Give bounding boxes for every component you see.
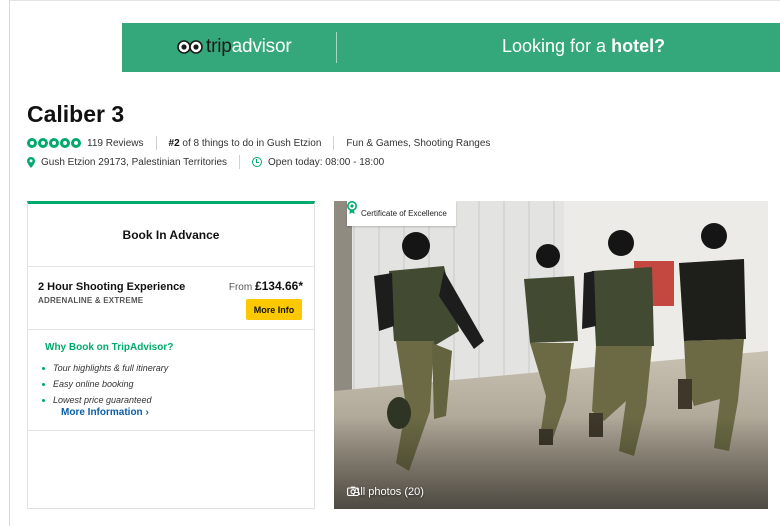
page-title: Caliber 3 [27, 101, 125, 127]
banner-divider [336, 32, 337, 63]
clock-icon [252, 157, 263, 167]
why-book-title: Why Book on TripAdvisor? [45, 342, 174, 353]
photo-illustration [334, 201, 768, 509]
rating-bubbles[interactable] [27, 138, 81, 148]
price-prefix: From [228, 282, 255, 293]
product-row[interactable]: 2 Hour Shooting Experience ADRENALINE & … [28, 267, 314, 330]
meta-separator [333, 136, 335, 150]
meta-separator [155, 136, 157, 150]
booking-card: Book In Advance 2 Hour Shooting Experien… [27, 201, 315, 509]
logo-text-trip: trip [206, 36, 232, 57]
rating-row: 119 Reviews #2 of 8 things to do in Gush… [27, 136, 490, 150]
booking-heading: Book In Advance [28, 204, 314, 267]
product-name[interactable]: 2 Hour Shooting Experience [38, 281, 185, 293]
banner-tagline: Looking for a hotel? [502, 36, 665, 57]
page-frame-left [9, 0, 10, 526]
logo-text-advisor: advisor [231, 36, 292, 57]
tagline-emphasis: hotel? [611, 36, 666, 56]
opening-hours[interactable]: Open today: 08:00 - 18:00 [268, 157, 384, 168]
categories-link[interactable]: Fun & Games, Shooting Ranges [346, 138, 490, 149]
benefits-list: Tour highlights & full itinerary Easy on… [42, 360, 168, 408]
rating-bubble-icon [38, 138, 48, 148]
tripadvisor-logo: tripadvisor [177, 36, 292, 58]
more-info-button[interactable]: More Info [246, 299, 302, 320]
certificate-text: Certificate of Excellence [361, 209, 447, 218]
location-row: Gush Etzion 29173, Palestinian Territori… [27, 155, 384, 169]
rating-bubble-icon [60, 138, 70, 148]
rank-description: of 8 things to do in Gush Etzion [179, 137, 322, 149]
page-frame-top [9, 0, 780, 1]
certificate-badge[interactable]: Certificate of Excellence [347, 201, 456, 226]
benefit-item: Tour highlights & full itinerary [42, 360, 168, 376]
all-photos-label: All photos (20) [353, 486, 424, 498]
meta-separator [239, 155, 241, 169]
address-link[interactable]: Gush Etzion 29173, Palestinian Territori… [41, 157, 227, 168]
why-book-section: Why Book on TripAdvisor? Tour highlights… [28, 330, 314, 431]
benefit-item: Lowest price guaranteed [42, 392, 168, 408]
ranking-text[interactable]: #2 of 8 things to do in Gush Etzion [169, 138, 322, 149]
all-photos-link[interactable]: All photos (20) [347, 486, 424, 498]
rank-number: #2 [168, 137, 180, 149]
price-value: £134.66* [254, 279, 303, 293]
benefit-item: Easy online booking [42, 376, 168, 392]
owl-eyes-icon [177, 40, 203, 54]
attraction-photo[interactable]: Certificate of Excellence All photos (20… [334, 201, 768, 509]
tagline-text: Looking for a [502, 36, 612, 56]
rating-bubble-icon [27, 138, 37, 148]
rating-bubble-icon [71, 138, 81, 148]
location-pin-icon [27, 156, 35, 168]
hotel-promo-banner[interactable]: tripadvisor Looking for a hotel? [122, 23, 780, 72]
product-category: ADRENALINE & EXTREME [38, 296, 144, 305]
reviews-link[interactable]: 119 Reviews [87, 138, 144, 149]
rating-bubble-icon [49, 138, 59, 148]
more-information-link[interactable]: More Information › [61, 407, 149, 418]
product-price: From £134.66* [229, 279, 303, 293]
